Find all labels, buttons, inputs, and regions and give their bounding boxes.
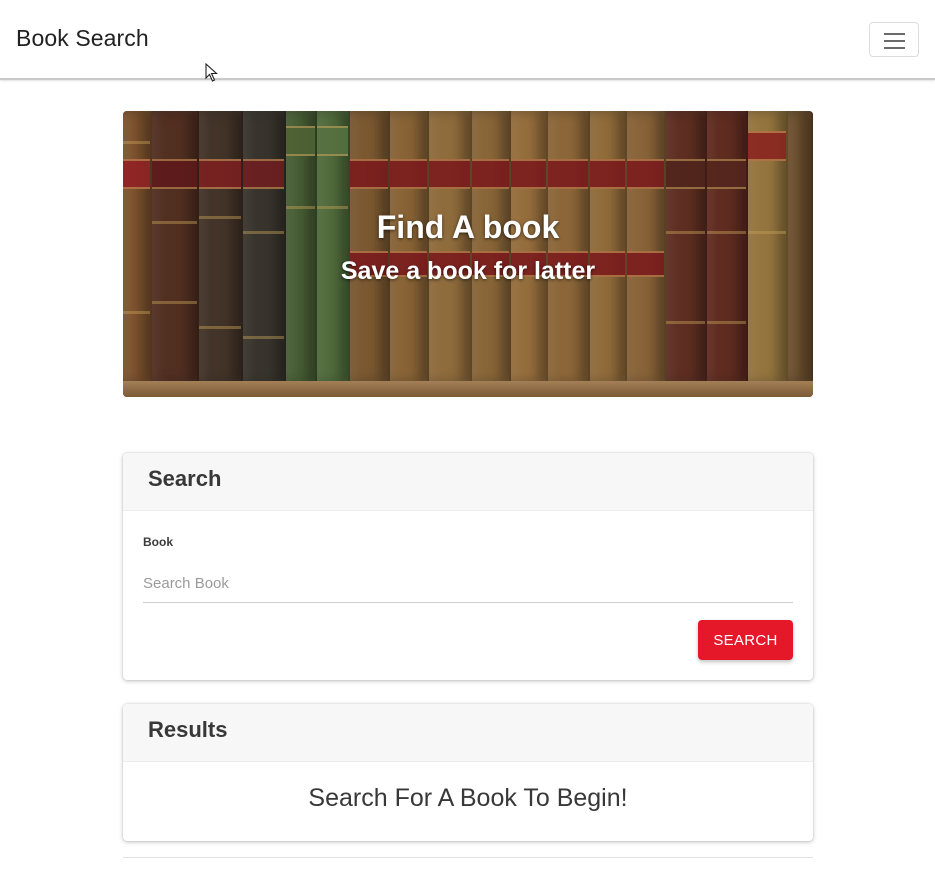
hamburger-menu-icon <box>884 33 905 35</box>
results-card: Results Search For A Book To Begin! <box>123 704 813 841</box>
divider <box>123 857 813 858</box>
mouse-cursor-icon <box>205 63 218 82</box>
hero-banner: Find A book Save a book for latter <box>123 111 813 397</box>
book-field-label: Book <box>143 535 173 549</box>
hero-title: Find A book <box>376 209 560 245</box>
search-card: Search Book SEARCH <box>123 453 813 680</box>
search-book-input[interactable] <box>143 565 793 603</box>
results-empty-message: Search For A Book To Begin! <box>308 784 628 812</box>
navbar: Book Search <box>0 0 935 80</box>
hero-subtitle: Save a book for latter <box>340 257 596 285</box>
results-card-header: Results <box>123 704 813 762</box>
search-button[interactable]: SEARCH <box>698 620 793 660</box>
brand-link[interactable]: Book Search <box>16 25 149 52</box>
navbar-toggler-button[interactable] <box>869 22 919 57</box>
search-card-header: Search <box>123 453 813 511</box>
